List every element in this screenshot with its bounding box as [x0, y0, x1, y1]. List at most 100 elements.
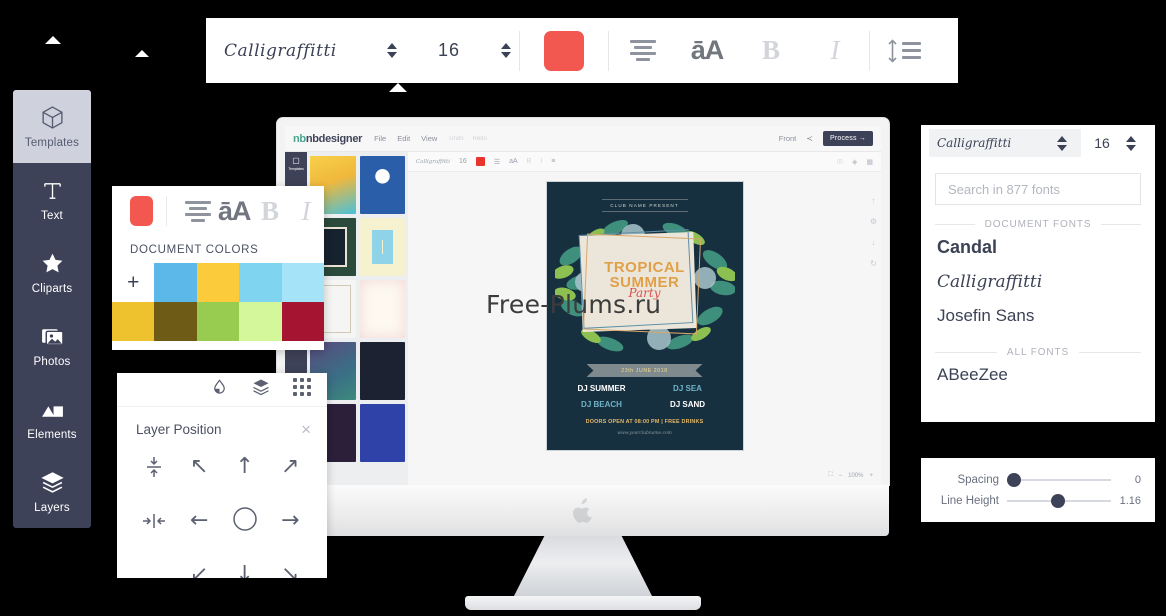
move-up-left-button[interactable]: ↖	[177, 446, 223, 488]
spacing-slider[interactable]	[1007, 472, 1111, 487]
layer-position-popover: Layer Position × ↖ ↑ ↗ ← → ↙ ↓ ↘	[117, 373, 327, 578]
sidebar-item-layers[interactable]: Layers	[13, 455, 91, 528]
menu-view[interactable]: View	[421, 134, 437, 143]
center-circle-icon	[232, 506, 258, 537]
grid-icon[interactable]: ▦	[866, 158, 873, 166]
layers-icon[interactable]: ◈	[852, 158, 857, 166]
subbar-lineheight-icon[interactable]: ≡	[551, 158, 555, 165]
subbar-color-swatch[interactable]	[475, 157, 485, 166]
poster-dj-list: DJ SUMMER DJ SEA DJ BEACH DJ SAND	[559, 384, 731, 409]
color-swatch[interactable]	[196, 263, 240, 302]
sidebar-item-text[interactable]: Text	[13, 163, 91, 236]
fill-drop-icon[interactable]: ☉	[837, 158, 843, 166]
move-right-button[interactable]: →	[268, 500, 314, 542]
center-button[interactable]	[222, 500, 268, 542]
subbar-align-icon[interactable]: ☰	[494, 158, 500, 166]
font-size-stepper[interactable]	[1120, 135, 1142, 151]
color-swatch[interactable]	[196, 302, 240, 341]
menu-file[interactable]: File	[374, 134, 386, 143]
template-thumbnail[interactable]	[359, 156, 405, 214]
fill-drop-icon[interactable]	[210, 378, 229, 402]
font-item-candal[interactable]: Candal	[921, 230, 1155, 265]
text-case-button[interactable]: āA	[216, 196, 252, 227]
share-icon[interactable]: ≺	[806, 134, 813, 143]
color-swatch[interactable]	[154, 302, 197, 341]
undo-button[interactable]: Undo	[449, 136, 463, 142]
move-down-button[interactable]: ↓	[222, 554, 268, 579]
text-color-swatch[interactable]	[544, 30, 584, 71]
process-button[interactable]: Process →	[822, 131, 873, 146]
color-swatch[interactable]	[239, 263, 282, 302]
app-rail-templates-icon[interactable]: ▢	[292, 156, 300, 165]
line-height-icon	[887, 38, 921, 63]
font-item-abeezee[interactable]: ABeeZee	[921, 358, 1155, 392]
add-color-button[interactable]: +	[112, 263, 155, 302]
align-vertical-center-button[interactable]	[131, 446, 177, 488]
move-up-icon[interactable]: ↑	[871, 196, 875, 205]
font-item-calligraffitti[interactable]: Calligraffitti	[921, 265, 1155, 299]
grid-icon[interactable]	[293, 378, 311, 401]
subbar-bold-icon[interactable]: B	[527, 158, 532, 165]
fit-screen-icon[interactable]: ⛶	[828, 472, 832, 479]
font-size-control[interactable]: 16	[1081, 125, 1155, 161]
sidebar-item-elements[interactable]: Elements	[13, 382, 91, 455]
font-select[interactable]: Calligraffitti	[929, 129, 1081, 157]
layers-icon[interactable]	[251, 377, 271, 402]
lock-icon[interactable]: ⚙	[870, 217, 877, 226]
template-thumbnail[interactable]	[359, 218, 405, 276]
zoom-in-button[interactable]: +	[869, 473, 873, 479]
bold-icon: B	[761, 35, 780, 65]
zoom-out-button[interactable]: −	[839, 473, 843, 479]
bold-button[interactable]: B	[252, 196, 288, 227]
template-thumbnail[interactable]	[359, 404, 405, 462]
font-size-display[interactable]: 16	[403, 40, 495, 61]
color-swatch[interactable]	[112, 302, 155, 341]
imac-screen: nbnbdesigner File Edit View Undo Redo Fr…	[285, 126, 881, 485]
color-swatch[interactable]	[239, 302, 282, 341]
close-icon[interactable]: ×	[301, 421, 311, 438]
sidebar-item-templates[interactable]: Templates	[13, 90, 91, 163]
italic-button[interactable]: I	[288, 196, 324, 227]
font-item-josefin-sans[interactable]: Josefin Sans	[921, 299, 1155, 333]
move-down-left-button[interactable]: ↙	[177, 554, 223, 579]
move-down-right-button[interactable]: ↘	[268, 554, 314, 579]
poster-design[interactable]: CLUB NAME PRESENT TROPICAL SUMMER Party …	[546, 182, 743, 450]
line-height-slider[interactable]	[1007, 493, 1111, 508]
color-swatch[interactable]	[281, 302, 324, 341]
text-case-button[interactable]: āA	[675, 29, 739, 73]
line-height-button[interactable]	[872, 29, 936, 73]
font-select-stepper[interactable]	[1051, 135, 1073, 151]
align-button[interactable]	[611, 29, 675, 73]
fill-color-swatch[interactable]	[130, 196, 154, 226]
font-search-input[interactable]: Search in 877 fonts	[935, 173, 1141, 205]
template-thumbnail[interactable]	[359, 280, 405, 338]
font-size-stepper[interactable]	[495, 43, 517, 58]
move-up-right-button[interactable]: ↗	[268, 446, 314, 488]
redo-button[interactable]: Redo	[473, 136, 487, 142]
line-height-slider-knob[interactable]	[1051, 493, 1065, 508]
sidebar-item-cliparts[interactable]: Cliparts	[13, 236, 91, 309]
subbar-font-name[interactable]: Calligraffitti	[416, 159, 450, 165]
font-name-display[interactable]: Calligraffitti	[206, 41, 381, 61]
app-logo[interactable]: nbnbdesigner	[293, 133, 362, 145]
rotate-icon[interactable]: ↻	[870, 259, 877, 268]
menu-edit[interactable]: Edit	[397, 134, 410, 143]
color-swatch[interactable]	[154, 263, 197, 302]
move-left-button[interactable]: ←	[177, 500, 223, 542]
subbar-italic-icon[interactable]: I	[540, 158, 542, 165]
template-thumbnail[interactable]	[359, 342, 405, 400]
color-swatch[interactable]	[281, 263, 324, 302]
subbar-size[interactable]: 16	[459, 158, 467, 165]
move-down-icon[interactable]: ↓	[871, 238, 875, 247]
app-menu: File Edit View	[374, 134, 437, 143]
subbar-case-icon[interactable]: aA	[509, 158, 518, 165]
align-button[interactable]	[180, 200, 216, 222]
font-name-stepper[interactable]	[381, 43, 403, 58]
sidebar-item-photos[interactable]: Photos	[13, 309, 91, 382]
italic-button[interactable]: I	[803, 29, 867, 73]
move-up-button[interactable]: ↑	[222, 446, 268, 488]
bold-button[interactable]: B	[739, 29, 803, 73]
spacing-slider-knob[interactable]	[1007, 472, 1021, 487]
align-horizontal-center-button[interactable]	[131, 500, 177, 542]
design-canvas-area[interactable]: CLUB NAME PRESENT TROPICAL SUMMER Party …	[408, 172, 881, 485]
